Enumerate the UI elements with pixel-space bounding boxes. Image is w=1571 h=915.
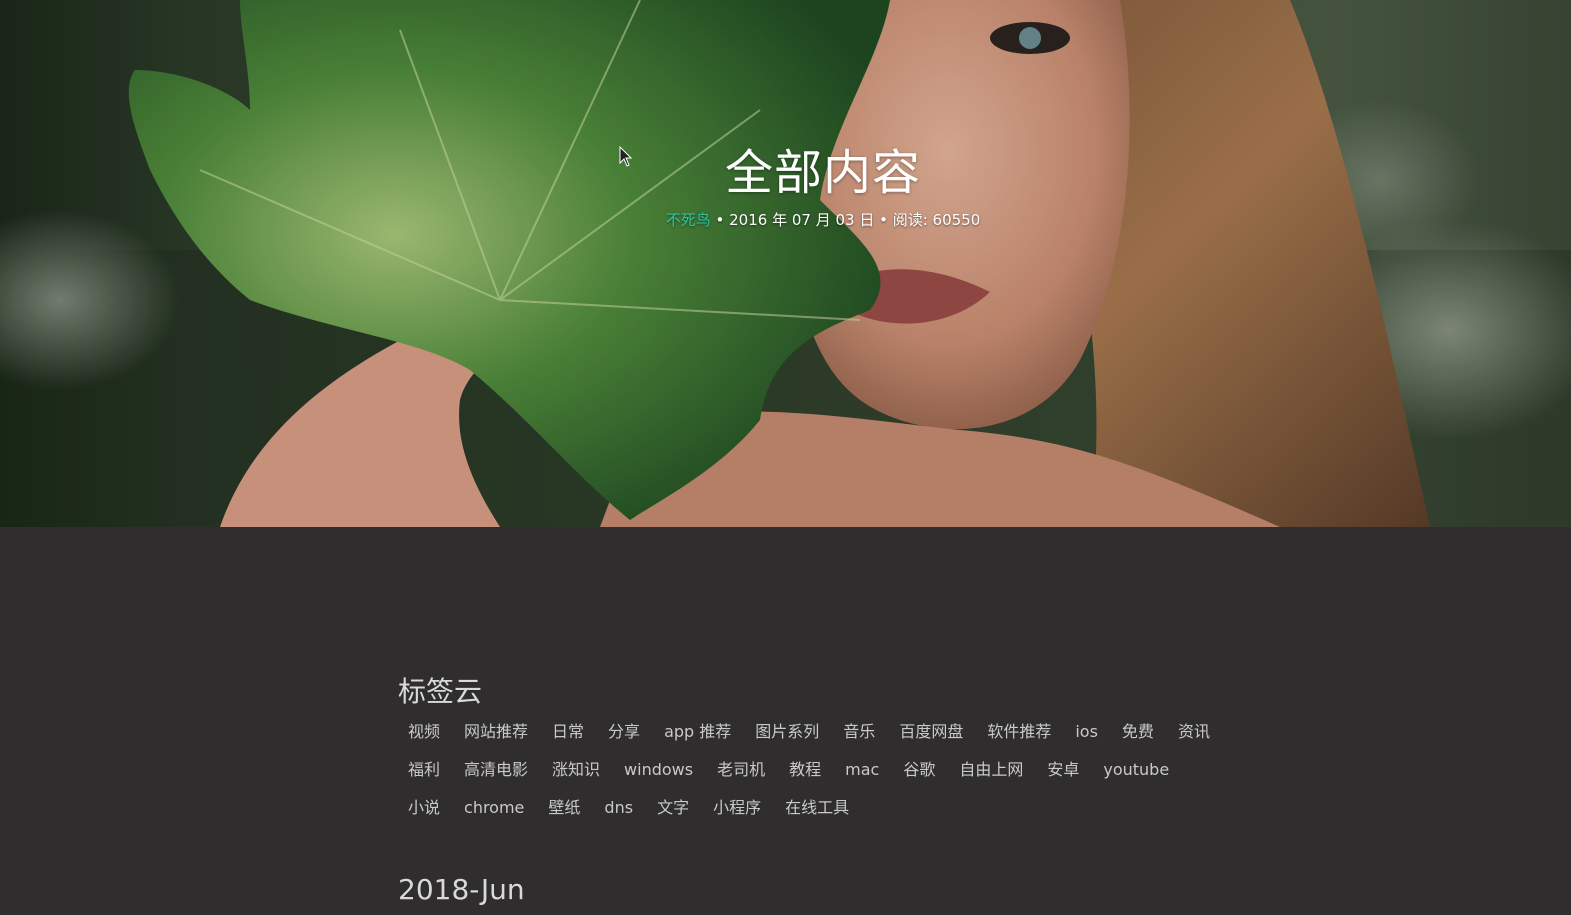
tag-link[interactable]: 软件推荐 [977, 718, 1061, 746]
tag-link[interactable]: 在线工具 [775, 794, 859, 822]
tag-link[interactable]: windows [614, 756, 703, 784]
tag-link[interactable]: 高清电影 [454, 756, 538, 784]
tag-link[interactable]: app 推荐 [654, 718, 741, 746]
tag-link[interactable]: 音乐 [833, 718, 885, 746]
tag-link[interactable]: 网站推荐 [454, 718, 538, 746]
tag-link[interactable]: 文字 [647, 794, 699, 822]
tag-link[interactable]: 日常 [542, 718, 594, 746]
archive-month-heading: 2018-Jun [398, 873, 525, 906]
page-title: 全部内容 [724, 145, 921, 201]
tag-link[interactable]: 涨知识 [542, 756, 610, 784]
mouse-cursor-icon [619, 146, 633, 167]
tag-link[interactable]: 教程 [779, 756, 831, 784]
tag-link[interactable]: 小程序 [703, 794, 771, 822]
post-date: 2016 年 07 月 03 日 [729, 211, 875, 229]
meta-separator: • [874, 211, 893, 229]
tag-link[interactable]: chrome [454, 794, 534, 822]
read-count: 阅读: 60550 [892, 211, 981, 229]
tag-link[interactable]: 资讯 [1168, 718, 1220, 746]
tag-link[interactable]: 谷歌 [893, 756, 945, 784]
tag-link[interactable]: 视频 [398, 718, 450, 746]
tag-cloud: 视频 网站推荐 日常 分享 app 推荐 图片系列 音乐 百度网盘 软件推荐 ios 免费 资讯福利高… [398, 718, 1238, 822]
tag-link[interactable]: mac [835, 756, 889, 784]
tag-link[interactable]: 安卓 [1037, 756, 1089, 784]
tag-link[interactable]: 壁纸 [538, 794, 590, 822]
hero-background-image [0, 0, 1571, 527]
tag-link[interactable]: 分享 [598, 718, 650, 746]
meta-separator: • [710, 211, 730, 229]
hero-banner: 全部内容 不死鸟 • 2016 年 07 月 03 日 • 阅读: 60550 [0, 0, 1571, 527]
tag-link[interactable]: ios [1065, 718, 1108, 746]
tag-link[interactable]: 福利 [398, 756, 450, 784]
post-meta: 不死鸟 • 2016 年 07 月 03 日 • 阅读: 60550 [0, 209, 1571, 230]
tag-link[interactable]: 图片系列 [745, 718, 829, 746]
tag-link[interactable]: 老司机 [707, 756, 775, 784]
tag-link[interactable]: dns [594, 794, 643, 822]
tag-link[interactable]: 小说 [398, 794, 450, 822]
author-link[interactable]: 不死鸟 [666, 211, 711, 229]
tag-link[interactable]: 百度网盘 [889, 718, 973, 746]
tag-link[interactable]: 自由上网 [949, 756, 1033, 784]
tag-link[interactable]: youtube [1093, 756, 1179, 784]
tag-cloud-heading: 标签云 [398, 675, 483, 708]
tag-link[interactable]: 免费 [1112, 718, 1164, 746]
